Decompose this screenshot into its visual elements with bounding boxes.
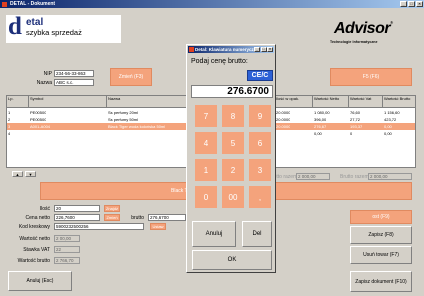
customer-name-field[interactable]: ABC s.c. xyxy=(54,79,94,86)
close-button[interactable]: × xyxy=(416,1,423,7)
table-cell: 396,00 xyxy=(314,117,327,122)
key-00[interactable]: 00 xyxy=(222,186,244,208)
logo-subtitle: szybka sprzedaż xyxy=(26,28,82,37)
table-cell: PE00500 xyxy=(30,117,47,122)
dialog-minimize-button[interactable]: _ xyxy=(254,47,260,52)
table-cell: 193,37 xyxy=(350,124,363,129)
window-title: DETAL - Dokument xyxy=(10,1,56,7)
net-price-field[interactable]: 226,7600 xyxy=(54,214,100,221)
key-1[interactable]: 1 xyxy=(195,159,217,181)
scroll-down-button[interactable]: ▼ xyxy=(25,171,36,177)
netto-total-field: 2 000,00 xyxy=(296,173,330,180)
table-header: Wartość Netto xyxy=(313,96,349,108)
quantity-field[interactable]: 20 xyxy=(54,205,100,212)
table-cell: 1 xyxy=(8,110,11,115)
dialog-title: Detal: Klawiatura numeryczna xyxy=(195,47,260,52)
table-cell: 20.0000 xyxy=(276,124,291,129)
table-header: Wartość Vat xyxy=(349,96,383,108)
brutto-total-field: 2 000,00 xyxy=(368,173,412,180)
key-comma[interactable]: , xyxy=(249,186,271,208)
detail-label: Ilość xyxy=(39,206,50,212)
detail-label: Stawka VAT xyxy=(23,247,50,253)
dialog-app-icon xyxy=(189,47,194,52)
detal-logo: d etal szybka sprzedaż xyxy=(6,14,121,43)
cancel-button[interactable]: Anuluj (Esc) xyxy=(8,271,72,291)
table-cell: 0,00 xyxy=(384,124,392,129)
table-cell: A001-A004 xyxy=(30,124,51,129)
table-cell: 3 xyxy=(8,124,11,129)
table-header: Ilość w opak. xyxy=(275,96,313,108)
window-titlebar: DETAL - Dokument _ □ × xyxy=(0,0,424,8)
table-cell: Ss perfumy 50ml xyxy=(108,117,139,122)
table-cell: 423,72 xyxy=(384,117,397,122)
key-6[interactable]: 6 xyxy=(249,132,271,154)
minimize-button[interactable]: _ xyxy=(400,1,407,7)
save-document-button[interactable]: Zapisz dokument (F10) xyxy=(350,271,412,292)
table-header: Lp. xyxy=(7,96,29,108)
nip-field[interactable]: 234-56-33-863 xyxy=(54,70,94,77)
delete-button[interactable]: Del xyxy=(242,221,272,247)
set-button[interactable]: Ustaw xyxy=(150,223,166,230)
scroll-up-button[interactable]: ▲ xyxy=(12,171,23,177)
nip-label: NIP xyxy=(43,71,52,77)
table-cell: 1 156,60 xyxy=(384,110,400,115)
advisor-tagline: Technologie Informatyczne xyxy=(330,40,378,44)
edit-button[interactable]: Zmień xyxy=(104,214,120,221)
value-display[interactable]: 276.6700 xyxy=(191,85,273,98)
gross-price-field[interactable]: 276,6700 xyxy=(148,214,186,221)
name-label: Nazwa xyxy=(36,80,52,86)
table-cell: Ss perfumy 20ml xyxy=(108,110,139,115)
advisor-logo: Advisor® xyxy=(334,20,393,37)
key-8[interactable]: 8 xyxy=(222,105,244,127)
vat-rate-field: 22 xyxy=(54,246,80,253)
table-cell: 0,00 xyxy=(384,131,392,136)
brutto-total-label: Brutto razem xyxy=(340,174,369,180)
dialog-titlebar: Detal: Klawiatura numeryczna _ □ × xyxy=(188,46,274,53)
app-icon xyxy=(2,1,7,7)
net-value-field: 2 00,00 xyxy=(54,235,80,242)
brutto-label: brutto xyxy=(131,215,144,221)
dialog-close-button[interactable]: × xyxy=(267,47,273,52)
dialog-cancel-button[interactable]: Anuluj xyxy=(192,221,236,247)
dialog-prompt: Podaj cenę brutto: xyxy=(191,58,248,65)
key-2[interactable]: 2 xyxy=(222,159,244,181)
key-5[interactable]: 5 xyxy=(222,132,244,154)
key-0[interactable]: 0 xyxy=(195,186,217,208)
table-header: Symbol xyxy=(29,96,107,108)
remove-item-button[interactable]: Usuń towar (F7) xyxy=(350,246,412,264)
f9-button[interactable]: ost (F9) xyxy=(350,210,412,224)
f6-button[interactable]: F5 (F6) xyxy=(330,68,412,86)
detail-label: Kod kreskowy xyxy=(18,224,50,230)
table-cell: 76,60 xyxy=(350,110,361,115)
gross-value-field: 2 766,70 xyxy=(54,257,80,264)
table-cell: 0 xyxy=(350,131,353,136)
numeric-keypad-dialog: Detal: Klawiatura numeryczna _ □ × Podaj… xyxy=(186,44,276,273)
key-3[interactable]: 3 xyxy=(249,159,271,181)
table-header: Wartość Brutto xyxy=(383,96,415,108)
dialog-maximize-button[interactable]: □ xyxy=(260,47,267,52)
detail-label: Cena netto xyxy=(25,215,50,221)
table-cell: 1 080,00 xyxy=(314,110,330,115)
table-cell: 276,67 xyxy=(314,124,327,129)
find-button[interactable]: Znajdź xyxy=(104,205,120,212)
ok-button[interactable]: OK xyxy=(192,250,272,270)
table-cell: 4 xyxy=(8,131,11,136)
table-cell: 20.0000 xyxy=(276,110,291,115)
barcode-field[interactable]: 5900232500256 xyxy=(54,223,144,230)
table-cell: 2 xyxy=(8,117,11,122)
key-4[interactable]: 4 xyxy=(195,132,217,154)
key-9[interactable]: 9 xyxy=(249,105,271,127)
table-cell: PE00500 xyxy=(30,110,47,115)
save-button[interactable]: Zapisz (F8) xyxy=(350,226,412,244)
table-cell: 20.0000 xyxy=(276,117,291,122)
table-cell: 27,72 xyxy=(350,117,361,122)
maximize-button[interactable]: □ xyxy=(408,1,415,7)
clear-button[interactable]: CE/C xyxy=(247,70,273,81)
key-7[interactable]: 7 xyxy=(195,105,217,127)
table-cell: 0,00 xyxy=(314,131,322,136)
detail-label: Wartość netto xyxy=(19,236,50,242)
change-client-button[interactable]: Zmień (F3) xyxy=(110,68,152,86)
table-cell: Black Tiger woda kolońska 50ml xyxy=(108,124,166,129)
detail-label: Wartość brutto xyxy=(17,258,50,264)
